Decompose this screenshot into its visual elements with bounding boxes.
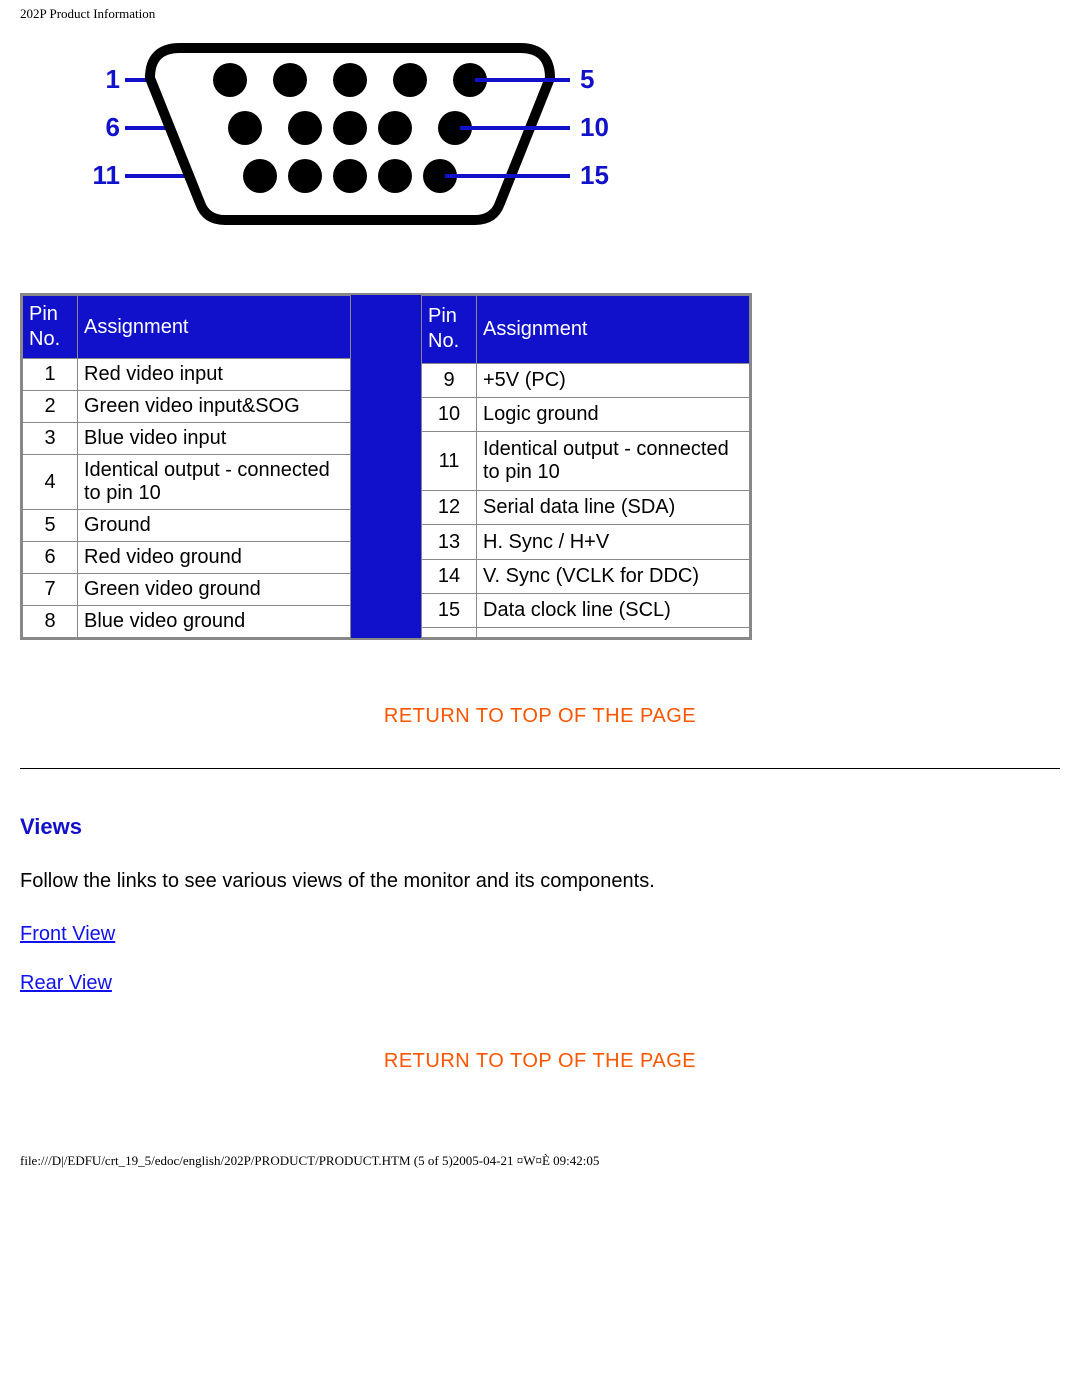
- connector-diagram: 1 6 11 5 10 15: [90, 28, 1060, 243]
- svg-text:10: 10: [580, 112, 609, 142]
- pin-number: 10: [422, 397, 477, 431]
- svg-text:1: 1: [106, 64, 120, 94]
- table-row: 10Logic ground: [422, 397, 750, 431]
- pin-number: 13: [422, 525, 477, 559]
- views-body-text: Follow the links to see various views of…: [20, 870, 1060, 893]
- pin-number: 7: [23, 574, 78, 606]
- pin-number: 15: [422, 593, 477, 627]
- pin-assignment: Green video ground: [78, 574, 351, 606]
- page-header: 202P Product Information: [20, 0, 1060, 22]
- table-row: [422, 628, 750, 638]
- table-row: 3Blue video input: [23, 423, 351, 455]
- pin-assignment: V. Sync (VCLK for DDC): [477, 559, 750, 593]
- col-header-pin: Pin No.: [422, 296, 477, 364]
- table-row: 5Ground: [23, 510, 351, 542]
- pin-assignment: Blue video input: [78, 423, 351, 455]
- pin-number: 1: [23, 359, 78, 391]
- pin-assignment: Logic ground: [477, 397, 750, 431]
- table-row: Pin No. Assignment: [422, 296, 750, 364]
- pin-number: 6: [23, 542, 78, 574]
- pin-number: 14: [422, 559, 477, 593]
- pin-number: [422, 628, 477, 638]
- pin-assignment: Blue video ground: [78, 606, 351, 638]
- return-to-top-link[interactable]: RETURN TO TOP OF THE PAGE: [20, 1050, 1060, 1073]
- d-sub-15-icon: 1 6 11 5 10 15: [90, 28, 620, 238]
- pin-assignment: Identical output - connected to pin 10: [477, 432, 750, 491]
- table-row: Pin No. Assignment: [23, 296, 351, 359]
- front-view-link[interactable]: Front View: [20, 923, 1060, 946]
- col-header-assignment: Assignment: [477, 296, 750, 364]
- col-header-pin: Pin No.: [23, 296, 78, 359]
- pin-number: 12: [422, 491, 477, 525]
- pin-assignment: Green video input&SOG: [78, 391, 351, 423]
- footer-path: file:///D|/EDFU/crt_19_5/edoc/english/20…: [20, 1153, 1060, 1175]
- pin-assignment: Red video ground: [78, 542, 351, 574]
- pin-number: 4: [23, 455, 78, 510]
- table-row: 8Blue video ground: [23, 606, 351, 638]
- table-row: 6Red video ground: [23, 542, 351, 574]
- table-row: 14V. Sync (VCLK for DDC): [422, 559, 750, 593]
- pin-assignment: Identical output - connected to pin 10: [78, 455, 351, 510]
- pin-table-right: Pin No. Assignment 9+5V (PC) 10Logic gro…: [421, 295, 750, 638]
- pin-assignment: [477, 628, 750, 638]
- table-row: 9+5V (PC): [422, 363, 750, 397]
- table-row: 1Red video input: [23, 359, 351, 391]
- pin-number: 8: [23, 606, 78, 638]
- return-to-top-link[interactable]: RETURN TO TOP OF THE PAGE: [20, 705, 1060, 728]
- rear-view-link[interactable]: Rear View: [20, 972, 1060, 995]
- table-row: 13H. Sync / H+V: [422, 525, 750, 559]
- svg-text:6: 6: [106, 112, 120, 142]
- pin-number: 11: [422, 432, 477, 491]
- pin-number: 5: [23, 510, 78, 542]
- table-row: 11Identical output - connected to pin 10: [422, 432, 750, 491]
- svg-text:5: 5: [580, 64, 594, 94]
- svg-text:11: 11: [93, 160, 121, 190]
- pin-table-left: Pin No. Assignment 1Red video input 2Gre…: [22, 295, 351, 638]
- pin-number: 3: [23, 423, 78, 455]
- pin-assignment: Serial data line (SDA): [477, 491, 750, 525]
- table-row: 15Data clock line (SCL): [422, 593, 750, 627]
- divider: [20, 768, 1060, 769]
- table-gap: [351, 295, 421, 638]
- pin-assignment: Ground: [78, 510, 351, 542]
- pin-assignment: +5V (PC): [477, 363, 750, 397]
- table-row: 2Green video input&SOG: [23, 391, 351, 423]
- pin-assignment: Red video input: [78, 359, 351, 391]
- col-header-assignment: Assignment: [78, 296, 351, 359]
- pin-assignment: Data clock line (SCL): [477, 593, 750, 627]
- pin-number: 9: [422, 363, 477, 397]
- table-row: 12Serial data line (SDA): [422, 491, 750, 525]
- svg-text:15: 15: [580, 160, 609, 190]
- pin-assignment: H. Sync / H+V: [477, 525, 750, 559]
- table-row: 7Green video ground: [23, 574, 351, 606]
- table-row: 4Identical output - connected to pin 10: [23, 455, 351, 510]
- pin-assignment-tables: Pin No. Assignment 1Red video input 2Gre…: [20, 293, 752, 640]
- views-heading: Views: [20, 814, 1060, 840]
- pin-number: 2: [23, 391, 78, 423]
